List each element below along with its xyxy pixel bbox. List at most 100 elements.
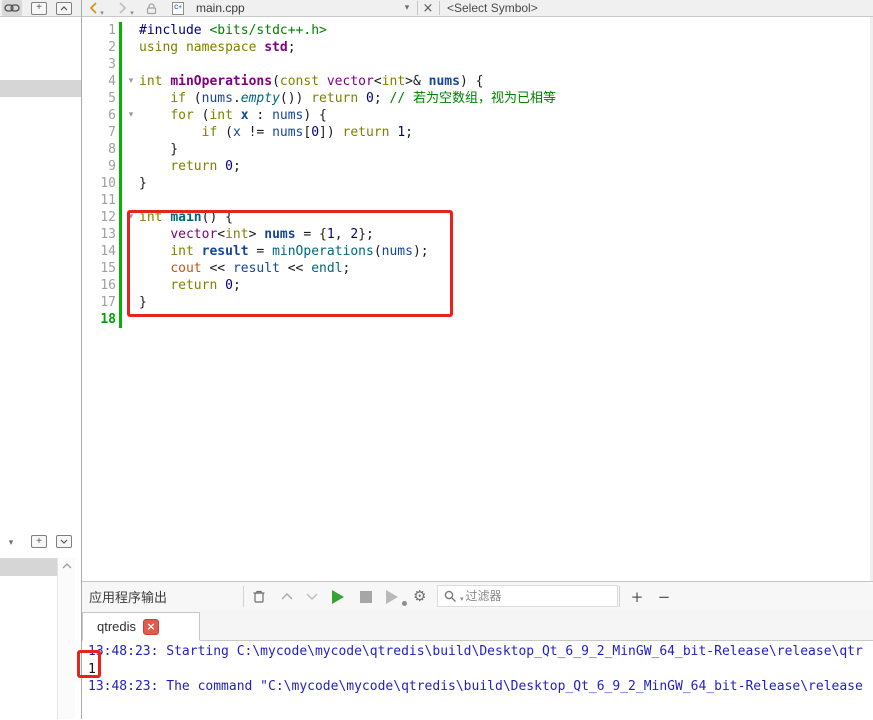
settings-button[interactable]: ⚙ bbox=[413, 582, 426, 611]
sidebar-scrollbar[interactable] bbox=[57, 558, 75, 719]
line-number[interactable]: 8 bbox=[82, 141, 116, 158]
code-text-area[interactable]: #include <bits/stdc++.h>using namespace … bbox=[139, 22, 556, 328]
fold-spacer bbox=[124, 56, 138, 73]
nav-forward-button[interactable] bbox=[116, 0, 128, 16]
code-line: cout << result << endl; bbox=[139, 260, 556, 277]
fold-marker-icon[interactable]: ▾ bbox=[124, 209, 138, 226]
code-line: } bbox=[139, 175, 556, 192]
code-line: vector<int> nums = {1, 2}; bbox=[139, 226, 556, 243]
symbol-selector-dropdown[interactable]: <Select Symbol> bbox=[447, 0, 538, 16]
code-line: for (int x : nums) { bbox=[139, 107, 556, 124]
stop-close-run-icon[interactable]: × bbox=[143, 619, 159, 635]
output-panel-title: 应用程序输出 bbox=[89, 582, 167, 611]
pane-split-button[interactable]: + bbox=[31, 535, 47, 548]
stop-button[interactable] bbox=[360, 582, 372, 611]
fold-spacer bbox=[124, 175, 138, 192]
sidebar-selected-item[interactable] bbox=[0, 80, 81, 97]
zoom-out-button[interactable]: − bbox=[655, 582, 673, 611]
debug-run-icon bbox=[386, 590, 398, 604]
line-number[interactable]: 7 bbox=[82, 124, 116, 141]
code-line: using namespace std; bbox=[139, 39, 556, 56]
output-panel-header: 应用程序输出 ⚙ bbox=[82, 582, 873, 611]
fold-spacer bbox=[124, 22, 138, 39]
line-number[interactable]: 6 bbox=[82, 107, 116, 124]
toolbar-separator bbox=[417, 1, 418, 15]
output-text-area[interactable]: 13:48:23: Starting C:\mycode\mycode\qtre… bbox=[82, 641, 873, 720]
chevron-down-box-icon bbox=[56, 535, 72, 548]
trash-icon bbox=[250, 588, 268, 606]
back-history-caret-icon[interactable]: ▾ bbox=[99, 5, 105, 21]
split-plus-icon: + bbox=[31, 2, 47, 15]
fold-spacer bbox=[124, 226, 138, 243]
line-number[interactable]: 4 bbox=[82, 73, 116, 90]
close-document-button[interactable]: × bbox=[422, 0, 434, 16]
line-number[interactable]: 18 bbox=[82, 311, 116, 328]
pane-menu-caret-icon[interactable]: ▾ bbox=[5, 536, 17, 550]
chevron-up-icon bbox=[278, 588, 296, 606]
code-line: int minOperations(const vector<int>& num… bbox=[139, 73, 556, 90]
fold-spacer bbox=[124, 158, 138, 175]
line-number[interactable]: 17 bbox=[82, 294, 116, 311]
run-button[interactable] bbox=[332, 582, 344, 611]
chevron-down-icon bbox=[303, 588, 321, 606]
open-document-title[interactable]: main.cpp bbox=[196, 0, 245, 16]
output-filter-box: ▾ bbox=[437, 585, 618, 607]
forward-history-caret-icon[interactable]: ▾ bbox=[129, 5, 135, 21]
line-number[interactable]: 3 bbox=[82, 56, 116, 73]
left-sidebar[interactable]: ▾ + bbox=[0, 17, 81, 719]
zoom-in-button[interactable]: + bbox=[628, 582, 646, 611]
fold-spacer bbox=[124, 311, 138, 328]
code-line: return 0; bbox=[139, 277, 556, 294]
line-number[interactable]: 14 bbox=[82, 243, 116, 260]
code-line: if (x != nums[0]) return 1; bbox=[139, 124, 556, 141]
clear-output-button[interactable] bbox=[250, 582, 268, 611]
code-editor[interactable]: 123456789101112131415161718 ▾▾▾ #include… bbox=[82, 17, 873, 581]
fold-spacer bbox=[124, 124, 138, 141]
line-number[interactable]: 15 bbox=[82, 260, 116, 277]
link-with-editor-button[interactable] bbox=[2, 0, 22, 16]
line-number[interactable]: 9 bbox=[82, 158, 116, 175]
code-line: int main() { bbox=[139, 209, 556, 226]
fold-marker-icon[interactable]: ▾ bbox=[124, 107, 138, 124]
sidebar-editor-divider[interactable] bbox=[81, 0, 82, 719]
nav-back-button[interactable] bbox=[87, 0, 99, 16]
line-number-gutter[interactable]: 123456789101112131415161718 bbox=[82, 22, 116, 328]
previous-item-button[interactable] bbox=[278, 582, 296, 611]
close-pane-button[interactable] bbox=[56, 0, 72, 16]
fold-marker-icon[interactable]: ▾ bbox=[124, 73, 138, 90]
application-output-panel: 应用程序输出 ⚙ bbox=[82, 581, 873, 719]
document-list-caret-icon[interactable]: ▾ bbox=[402, 0, 412, 16]
code-line: #include <bits/stdc++.h> bbox=[139, 22, 556, 39]
forward-arrow-icon bbox=[118, 2, 127, 14]
filter-input[interactable] bbox=[464, 588, 617, 604]
code-fold-column[interactable]: ▾ ▾ ▾ bbox=[124, 22, 138, 328]
line-number[interactable]: 13 bbox=[82, 226, 116, 243]
fold-spacer bbox=[124, 141, 138, 158]
line-number[interactable]: 5 bbox=[82, 90, 116, 107]
line-number[interactable]: 12 bbox=[82, 209, 116, 226]
lock-icon bbox=[144, 0, 158, 16]
next-item-button[interactable] bbox=[303, 582, 321, 611]
code-line bbox=[139, 56, 556, 73]
split-button[interactable]: + bbox=[31, 0, 47, 16]
sidebar-selected-item[interactable] bbox=[0, 558, 57, 576]
line-number[interactable]: 11 bbox=[82, 192, 116, 209]
pane-close-button[interactable] bbox=[56, 535, 72, 548]
search-icon bbox=[438, 590, 460, 603]
stop-icon bbox=[360, 591, 372, 603]
chevron-up-box-icon bbox=[56, 2, 72, 15]
scrollbar-up-icon[interactable] bbox=[58, 558, 75, 569]
line-number[interactable]: 10 bbox=[82, 175, 116, 192]
header-separator bbox=[243, 586, 244, 607]
debug-run-button[interactable] bbox=[386, 582, 398, 611]
output-line: 13:48:23: Starting C:\mycode\mycode\qtre… bbox=[88, 643, 873, 661]
line-number[interactable]: 16 bbox=[82, 277, 116, 294]
run-output-tab[interactable]: qtredis × bbox=[82, 612, 200, 641]
code-line: } bbox=[139, 294, 556, 311]
toolbar-separator bbox=[439, 1, 440, 15]
fold-spacer bbox=[124, 192, 138, 209]
line-number[interactable]: 2 bbox=[82, 39, 116, 56]
gear-icon: ⚙ bbox=[413, 589, 426, 604]
code-line: if (nums.empty()) return 0; // 若为空数组，视为已… bbox=[139, 90, 556, 107]
line-number[interactable]: 1 bbox=[82, 22, 116, 39]
